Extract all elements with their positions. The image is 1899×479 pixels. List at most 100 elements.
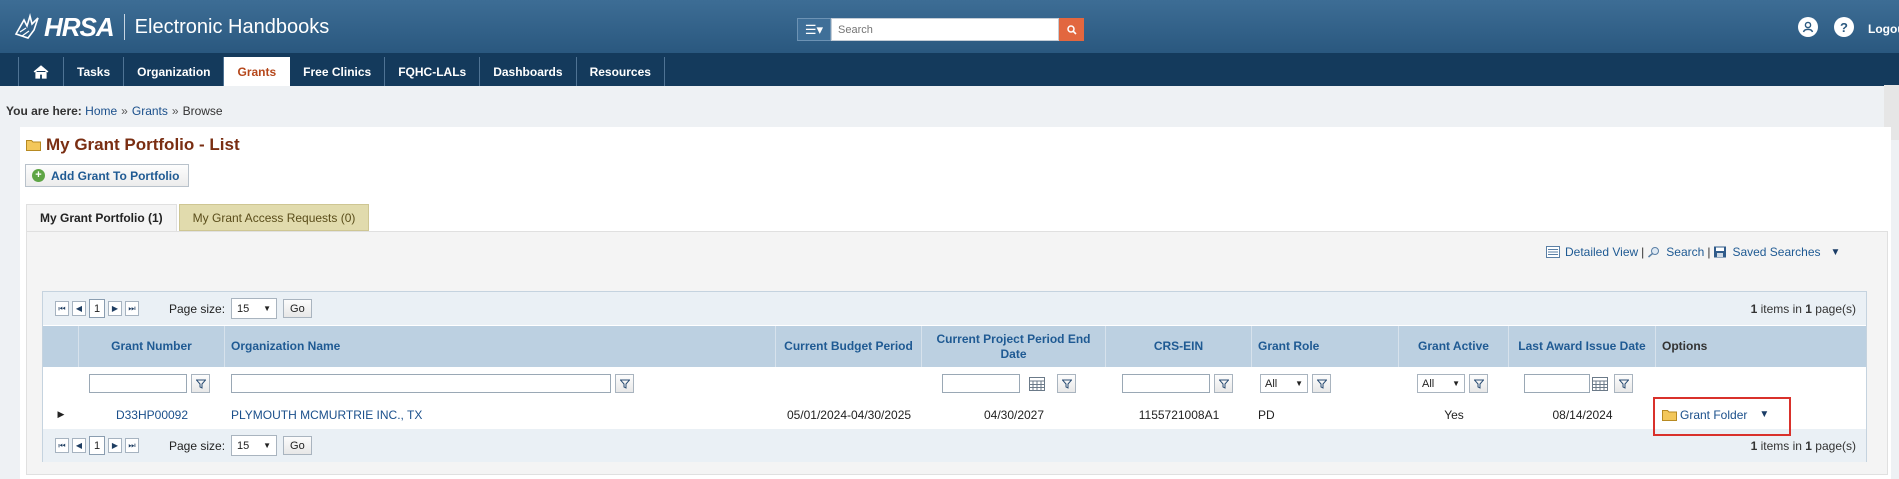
app-title: Electronic Handbooks [134, 15, 330, 38]
plus-icon: + [32, 169, 45, 182]
detailed-view-link[interactable]: Detailed View [1565, 245, 1638, 259]
saved-searches-dropdown-icon[interactable]: ▼ [1831, 247, 1841, 258]
calendar-icon[interactable] [1592, 376, 1608, 391]
add-grant-button[interactable]: + Add Grant To Portfolio [25, 164, 190, 187]
filter-button[interactable] [615, 374, 634, 393]
page-number[interactable]: 1 [89, 436, 105, 455]
help-icon[interactable]: ? [1834, 17, 1854, 37]
col-project-period-end[interactable]: Current Project Period End Date [922, 326, 1106, 367]
last-award-filter-input[interactable] [1524, 374, 1590, 393]
filter-button[interactable] [191, 374, 210, 393]
logo-divider [123, 14, 125, 40]
last-page-icon[interactable]: ⏭ [125, 438, 139, 453]
filter-button[interactable] [1614, 374, 1633, 393]
filter-last-award [1509, 367, 1656, 400]
filter-icon [195, 379, 206, 389]
logo-text: HRSA [44, 11, 115, 42]
breadcrumb-home[interactable]: Home [85, 104, 117, 118]
page-size-select[interactable]: 15 ▼ [231, 298, 278, 319]
grant-active-filter-select[interactable]: All ▼ [1417, 374, 1465, 393]
organization-name-link[interactable]: PLYMOUTH MCMURTRIE INC., TX [231, 408, 422, 422]
filter-spacer [43, 367, 79, 400]
nav-home[interactable] [19, 57, 64, 86]
items-mid-text: items in [1757, 301, 1806, 316]
next-page-icon[interactable]: ▶ [108, 301, 122, 316]
filter-organization-name [225, 367, 776, 400]
col-grant-number[interactable]: Grant Number [79, 326, 225, 367]
tab-my-grant-portfolio[interactable]: My Grant Portfolio (1) [26, 204, 177, 231]
col-grant-active[interactable]: Grant Active [1399, 326, 1509, 367]
grant-role-filter-value: All [1265, 377, 1278, 390]
filter-icon [1316, 379, 1327, 389]
home-icon [33, 64, 49, 79]
col-options: Options [1662, 339, 1708, 353]
search-input[interactable] [831, 18, 1059, 41]
items-info: 1 items in 1 page(s) [1751, 302, 1856, 316]
filter-icon [1473, 379, 1484, 389]
table-row: ▶ D33HP00092 PLYMOUTH MCMURTRIE INC., TX… [43, 400, 1866, 429]
nav-tasks[interactable]: Tasks [64, 57, 125, 86]
organization-name-filter-input[interactable] [231, 374, 611, 393]
logout-link[interactable]: Logou [1868, 22, 1899, 36]
search-button[interactable] [1059, 18, 1084, 41]
filter-button[interactable] [1469, 374, 1488, 393]
filter-button[interactable] [1057, 374, 1076, 393]
hrsa-logo[interactable]: HRSA Electronic Handbooks [14, 10, 329, 44]
next-page-icon[interactable]: ▶ [108, 438, 122, 453]
filter-spacer [776, 367, 922, 400]
nav-fqhc-lals[interactable]: FQHC-LALs [385, 57, 481, 86]
pages-count: 1 [1805, 301, 1812, 316]
last-page-icon[interactable]: ⏭ [125, 301, 139, 316]
breadcrumb-grants[interactable]: Grants [132, 104, 168, 118]
col-crs-ein[interactable]: CRS-EIN [1106, 326, 1252, 367]
prev-page-icon[interactable]: ◀ [72, 301, 86, 316]
cell-budget-period: 05/01/2024-04/30/2025 [786, 407, 912, 422]
page-number[interactable]: 1 [89, 299, 105, 318]
chevron-down-icon: ▼ [263, 304, 272, 313]
user-profile-icon[interactable] [1798, 17, 1818, 37]
nav-organization[interactable]: Organization [124, 57, 225, 86]
folder-icon [26, 140, 41, 151]
link-separator: | [1707, 245, 1711, 259]
filter-grant-active: All ▼ [1399, 367, 1509, 400]
cell-grant-active: Yes [1444, 407, 1464, 422]
link-separator: | [1641, 245, 1645, 259]
chevron-down-icon: ▼ [1452, 379, 1460, 388]
col-organization-name[interactable]: Organization Name [225, 326, 776, 367]
filter-button[interactable] [1214, 374, 1233, 393]
nav-dashboards[interactable]: Dashboards [480, 57, 577, 86]
cell-last-award: 08/14/2024 [1552, 407, 1613, 422]
main-nav: Tasks Organization Grants Free Clinics F… [0, 53, 1899, 140]
filter-button[interactable] [1312, 374, 1331, 393]
expand-row-icon[interactable]: ▶ [43, 400, 79, 429]
col-last-award-issue-date[interactable]: Last Award Issue Date [1509, 326, 1656, 367]
grant-number-filter-input[interactable] [89, 374, 187, 393]
add-grant-label: Add Grant To Portfolio [51, 168, 180, 183]
calendar-icon[interactable] [1029, 376, 1045, 391]
first-page-icon[interactable]: ⏮ [55, 301, 69, 316]
grant-number-link[interactable]: D33HP00092 [116, 408, 188, 422]
expand-column-header [43, 326, 79, 367]
filter-icon [1061, 379, 1072, 389]
nav-free-clinics[interactable]: Free Clinics [290, 57, 386, 86]
col-grant-role[interactable]: Grant Role [1252, 326, 1399, 367]
go-button[interactable]: Go [283, 299, 312, 318]
prev-page-icon[interactable]: ◀ [72, 438, 86, 453]
saved-searches-link[interactable]: Saved Searches [1732, 245, 1820, 259]
cell-grant-role: PD [1258, 407, 1275, 422]
nav-grants[interactable]: Grants [224, 57, 291, 86]
grant-role-filter-select[interactable]: All ▼ [1260, 374, 1308, 393]
crs-ein-filter-input[interactable] [1122, 374, 1210, 393]
first-page-icon[interactable]: ⏮ [55, 438, 69, 453]
page-size-select[interactable]: 15 ▼ [231, 435, 278, 456]
go-button[interactable]: Go [283, 436, 312, 455]
chevron-down-icon: ▼ [263, 441, 272, 450]
col-current-budget-period[interactable]: Current Budget Period [776, 326, 922, 367]
search-link[interactable]: Search [1666, 245, 1704, 259]
tab-grant-access-requests[interactable]: My Grant Access Requests (0) [178, 204, 370, 231]
filter-icon [1218, 379, 1229, 389]
search-menu-button[interactable]: ☰▾ [797, 18, 831, 41]
project-end-filter-input[interactable] [942, 374, 1020, 393]
nav-resources[interactable]: Resources [577, 57, 665, 86]
cell-grant-number: D33HP00092 [79, 400, 225, 429]
